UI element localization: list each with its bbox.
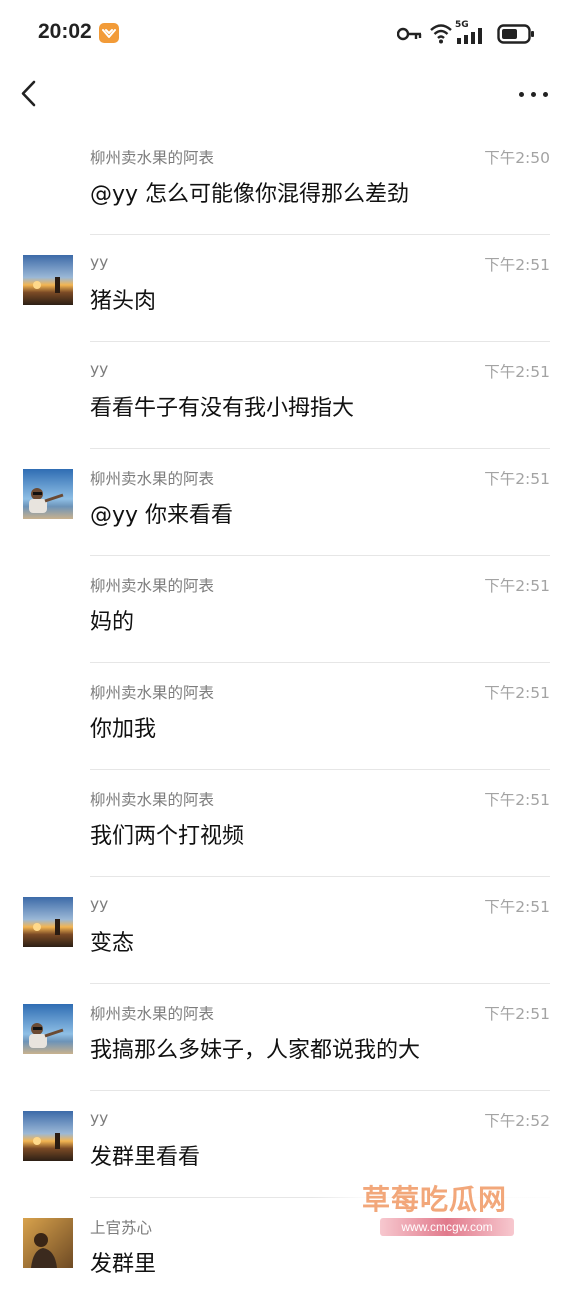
- sender-name: 柳州卖水果的阿表: [90, 791, 215, 809]
- chevron-left-icon: [21, 80, 36, 107]
- message-time: 下午2:51: [484, 898, 550, 916]
- message-item[interactable]: 柳州卖水果的阿表 下午2:51 我搞那么多妹子，人家都说我的大: [0, 984, 573, 1091]
- message-text: @yy 你来看看: [90, 503, 234, 528]
- status-icons: 5G: [397, 20, 537, 46]
- back-button[interactable]: [14, 78, 46, 110]
- avatar[interactable]: [23, 469, 73, 519]
- more-horizontal-icon: [519, 92, 524, 97]
- message-time: 下午2:51: [484, 256, 550, 274]
- message-text: @yy 怎么可能像你混得那么差劲: [90, 182, 410, 207]
- message-item[interactable]: yy 下午2:51 猪头肉: [0, 235, 573, 342]
- message-item[interactable]: yy 下午2:51 变态: [0, 877, 573, 984]
- avatar[interactable]: [23, 897, 73, 947]
- avatar[interactable]: [23, 1004, 73, 1054]
- message-text: 猪头肉: [90, 289, 157, 314]
- message-item[interactable]: yy 下午2:51 看看牛子有没有我小拇指大: [0, 342, 573, 449]
- message-time: 下午2:51: [484, 470, 550, 488]
- avatar[interactable]: [23, 1218, 73, 1268]
- status-time: 20:02: [38, 20, 92, 43]
- message-item[interactable]: 柳州卖水果的阿表 下午2:51 你加我: [0, 663, 573, 770]
- sender-name: 柳州卖水果的阿表: [90, 577, 215, 595]
- message-text: 发群里: [90, 1252, 157, 1277]
- message-text: 我们两个打视频: [90, 824, 245, 849]
- message-item[interactable]: 柳州卖水果的阿表 下午2:51 我们两个打视频: [0, 770, 573, 877]
- sender-name: 柳州卖水果的阿表: [90, 684, 215, 702]
- message-text: 变态: [90, 931, 135, 956]
- status-bar: 20:02 5G: [0, 0, 573, 66]
- message-item[interactable]: 柳州卖水果的阿表 下午2:51 妈的: [0, 556, 573, 663]
- message-time: 下午2:51: [484, 577, 550, 595]
- watermark-url: www.cmcgw.com: [380, 1218, 514, 1236]
- message-time: 下午2:51: [484, 684, 550, 702]
- message-text: 妈的: [90, 610, 135, 635]
- signal-icon: [457, 28, 482, 44]
- message-item[interactable]: 柳州卖水果的阿表 下午2:50 @yy 怎么可能像你混得那么差劲: [0, 128, 573, 235]
- battery-icon: [497, 24, 534, 44]
- message-item[interactable]: 柳州卖水果的阿表 下午2:51 @yy 你来看看: [0, 449, 573, 556]
- sender-name: yy: [90, 253, 109, 271]
- message-time: 下午2:51: [484, 1005, 550, 1023]
- avatar[interactable]: [23, 255, 73, 305]
- message-time: 下午2:50: [484, 149, 550, 167]
- sender-name: 上官苏心: [90, 1219, 153, 1237]
- sender-name: 柳州卖水果的阿表: [90, 1005, 215, 1023]
- sender-name: 柳州卖水果的阿表: [90, 149, 215, 167]
- message-text: 看看牛子有没有我小拇指大: [90, 396, 355, 421]
- message-list[interactable]: 柳州卖水果的阿表 下午2:50 @yy 怎么可能像你混得那么差劲 yy 下午2:51 猪头…: [0, 128, 573, 1305]
- nav-bar: [0, 66, 573, 128]
- message-time: 下午2:52: [484, 1112, 550, 1130]
- watermark: 草莓吃瓜网 www.cmcgw.com: [312, 1172, 573, 1280]
- message-text: 我搞那么多妹子，人家都说我的大: [90, 1038, 421, 1063]
- watermark-title: 草莓吃瓜网: [362, 1183, 508, 1216]
- message-time: 下午2:51: [484, 363, 550, 381]
- message-text: 发群里看看: [90, 1145, 201, 1170]
- key-icon: [397, 27, 422, 41]
- sender-name: yy: [90, 360, 109, 378]
- wifi-icon: [430, 24, 452, 44]
- sender-name: yy: [90, 895, 109, 913]
- message-time: 下午2:51: [484, 791, 550, 809]
- sender-name: 柳州卖水果的阿表: [90, 470, 215, 488]
- more-button[interactable]: [519, 84, 549, 104]
- message-text: 你加我: [90, 717, 157, 742]
- sender-name: yy: [90, 1109, 109, 1127]
- app-badge-icon: [99, 23, 119, 43]
- avatar[interactable]: [23, 1111, 73, 1161]
